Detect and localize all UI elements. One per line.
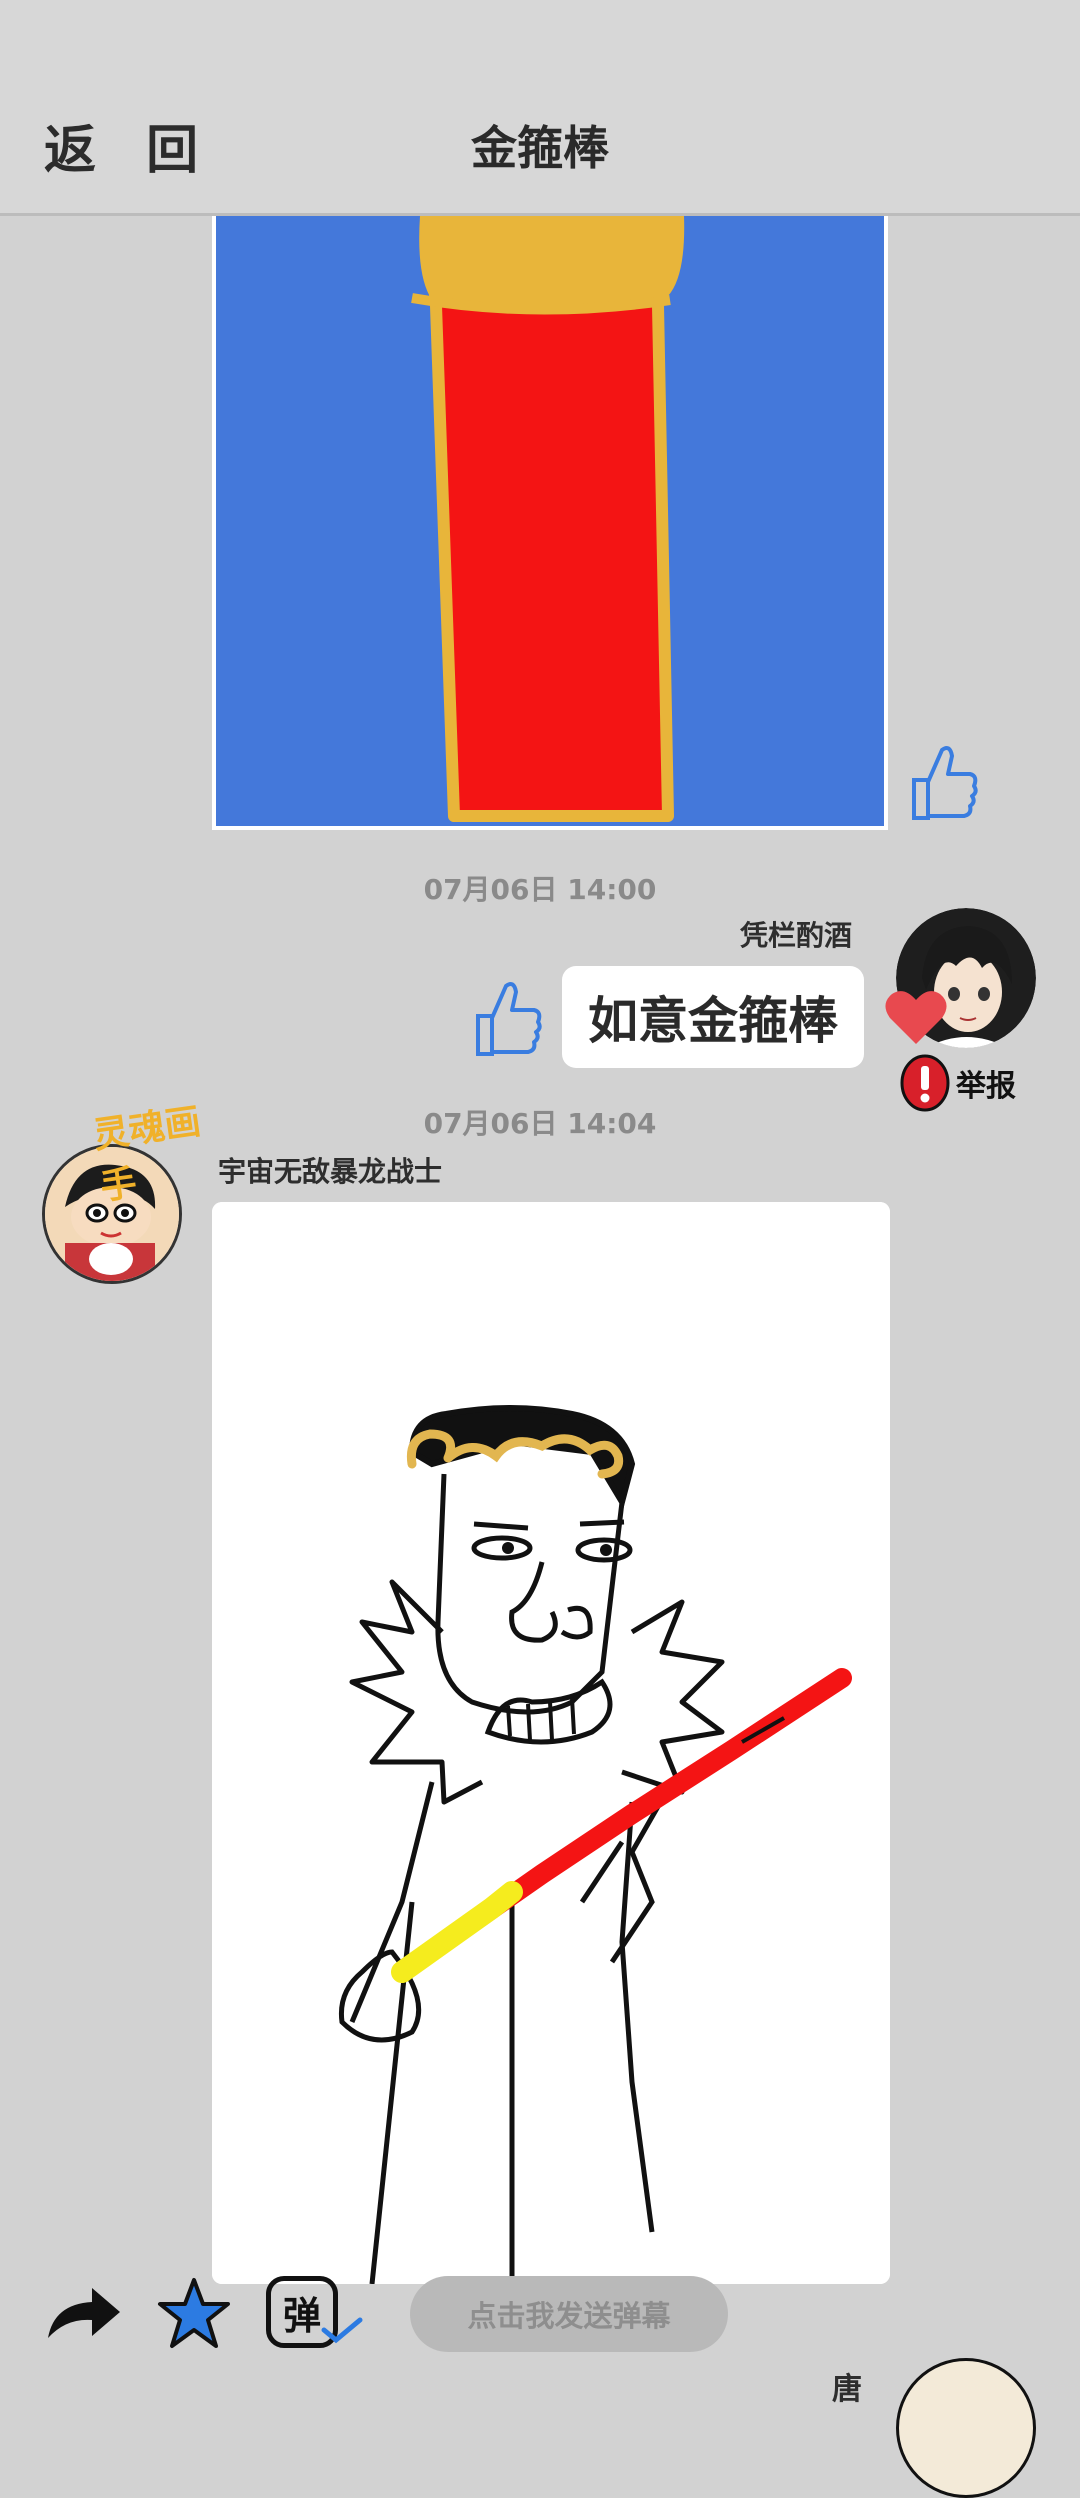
like-icon[interactable]: [906, 740, 980, 826]
monkey-king-drawing: [212, 1202, 890, 2284]
report-label: 举报: [956, 1069, 1016, 1104]
username: 宇宙无敌暴龙战士: [218, 1155, 443, 1188]
star-icon[interactable]: [156, 2276, 232, 2354]
danmu-toggle-icon[interactable]: 弹: [262, 2274, 363, 2354]
send-danmu-label: 点击我发送弹幕: [467, 2299, 671, 2333]
message-text: 如意金箍棒: [588, 992, 838, 1050]
monkey-king-drawing-image[interactable]: [212, 1202, 890, 2284]
page-title: 金箍棒: [471, 121, 609, 175]
avatar[interactable]: [896, 2358, 1036, 2498]
like-icon[interactable]: [470, 976, 544, 1062]
timestamp: 07月06日 14:00: [423, 873, 657, 906]
username: 唐: [832, 2372, 862, 2407]
share-icon[interactable]: [44, 2282, 124, 2346]
username: 凭栏酌酒: [740, 919, 853, 952]
send-danmu-button[interactable]: 点击我发送弹幕: [410, 2276, 728, 2352]
top-bar: 返 回 金箍棒: [0, 0, 1080, 216]
staff-drawing-image[interactable]: [212, 216, 888, 830]
staff-drawing: [216, 216, 884, 826]
message-bubble[interactable]: 如意金箍棒: [562, 966, 864, 1068]
heart-icon[interactable]: [884, 988, 948, 1050]
check-icon: [321, 2317, 363, 2344]
soul-painter-badge: 灵魂画手: [90, 1101, 204, 1209]
